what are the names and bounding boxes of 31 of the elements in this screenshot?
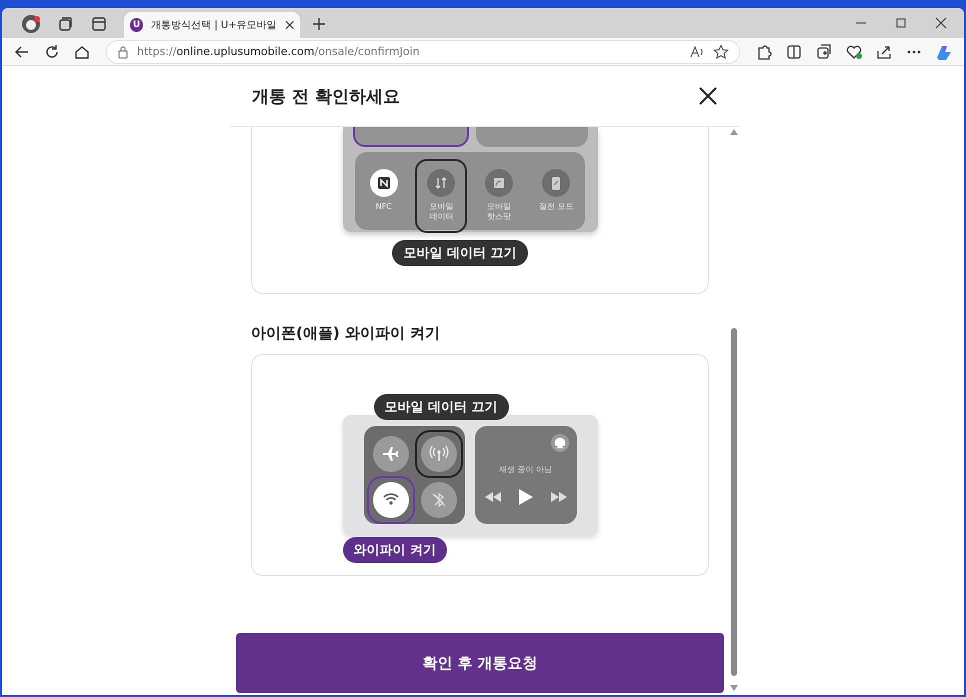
callout-label: 와이파이 켜기 (342, 537, 448, 563)
fast-forward-icon (550, 492, 566, 502)
callout-label: 모바일 데이터 끄기 (374, 394, 509, 420)
tab-title: 개통방식선택 | U+유모바일 (151, 19, 277, 32)
toggle-label: 모바일 핫스팟 (486, 202, 511, 222)
scroll-down-arrow-icon[interactable] (730, 685, 738, 691)
callout-label: 모바일 데이터 끄기 (392, 240, 528, 266)
toggle-label: 모바일 데이터 (429, 202, 454, 222)
site-favicon: U (130, 18, 144, 32)
modal-title: 개통 전 확인하세요 (252, 86, 400, 108)
confirm-button[interactable]: 확인 후 개통요청 (236, 633, 724, 693)
close-icon[interactable] (284, 20, 294, 30)
scroll-up-arrow-icon[interactable] (730, 129, 738, 135)
toggle-label: 절전 모드 (538, 202, 574, 212)
section-title: 아이폰(애플) 와이파이 켜기 (251, 324, 442, 343)
play-icon (518, 489, 532, 505)
close-icon[interactable] (698, 86, 718, 106)
browser-tab[interactable]: U 개통방식선택 | U+유모바일 (124, 12, 300, 38)
favorite-star-icon[interactable] (713, 44, 729, 60)
tab-layout-icon[interactable] (91, 16, 107, 32)
scrollbar-thumb[interactable] (731, 328, 737, 676)
rewind-icon (484, 492, 500, 502)
address-bar[interactable]: https://online.uplusumobile.com/onsale/confirmJoin (106, 40, 740, 64)
new-tab-icon[interactable] (312, 17, 326, 31)
now-playing-text: 재생 중이 아님 (498, 464, 552, 475)
collections-icon[interactable] (57, 16, 73, 32)
profile-avatar-icon[interactable] (21, 14, 41, 34)
read-aloud-icon[interactable] (689, 44, 705, 58)
airplay-icon (550, 434, 568, 452)
lock-icon (117, 44, 129, 58)
toggle-label: NFC (376, 202, 392, 212)
